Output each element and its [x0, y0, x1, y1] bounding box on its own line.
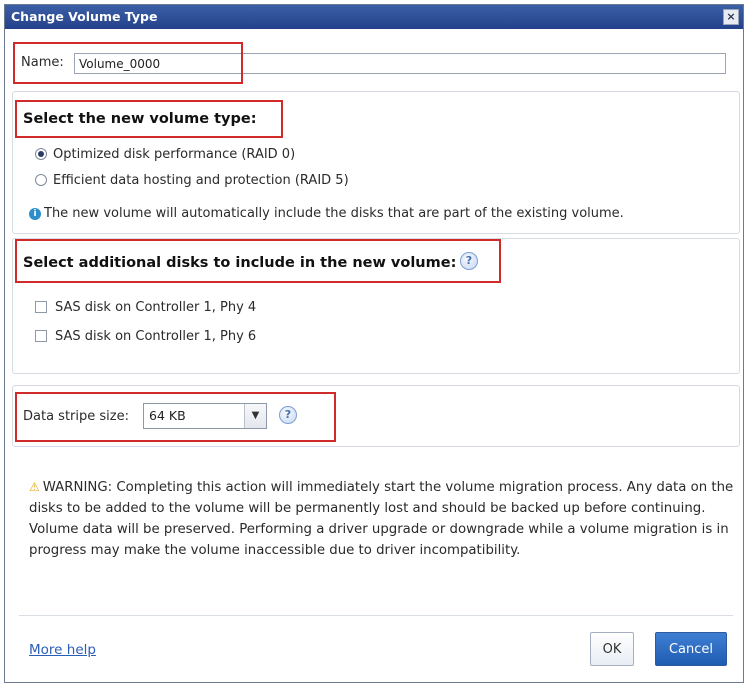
footer-divider [19, 615, 733, 616]
warning-icon: ⚠ [29, 480, 40, 494]
change-volume-type-dialog: Change Volume Type × Name: Select the ne… [4, 4, 744, 683]
info-note: i The new volume will automatically incl… [29, 206, 624, 221]
stripe-size-label: Data stripe size: [23, 409, 129, 424]
ok-button[interactable]: OK [590, 632, 634, 666]
volume-type-heading: Select the new volume type: [23, 111, 257, 127]
disk-phy6-checkbox[interactable] [35, 330, 47, 342]
radio-raid0[interactable] [35, 148, 47, 160]
warning-message: ⚠ WARNING: Completing this action will im… [29, 477, 739, 561]
dialog-title-bar: Change Volume Type × [5, 5, 743, 29]
dialog-title: Change Volume Type [11, 9, 158, 24]
more-help-link[interactable]: More help [29, 642, 96, 658]
chevron-down-icon[interactable]: ▼ [244, 404, 266, 428]
disk-phy4-label: SAS disk on Controller 1, Phy 4 [55, 299, 257, 315]
disk-phy4-option[interactable]: SAS disk on Controller 1, Phy 4 [35, 298, 256, 316]
disk-phy6-option[interactable]: SAS disk on Controller 1, Phy 6 [35, 327, 256, 345]
radio-raid5-label: Efficient data hosting and protection (R… [53, 172, 349, 188]
additional-disks-heading: Select additional disks to include in th… [23, 255, 457, 271]
warning-text: WARNING: Completing this action will imm… [29, 480, 734, 558]
stripe-size-select[interactable]: 64 KB ▼ [143, 403, 267, 429]
stripe-size-value: 64 KB [149, 408, 186, 423]
radio-raid0-option[interactable]: Optimized disk performance (RAID 0) [35, 145, 295, 163]
stripe-size-help-icon[interactable]: ? [279, 406, 297, 424]
info-note-text: The new volume will automatically includ… [44, 206, 624, 221]
radio-raid5[interactable] [35, 174, 47, 186]
radio-raid0-label: Optimized disk performance (RAID 0) [53, 146, 296, 162]
disk-phy4-checkbox[interactable] [35, 301, 47, 313]
radio-raid5-option[interactable]: Efficient data hosting and protection (R… [35, 171, 349, 189]
close-icon[interactable]: × [723, 9, 739, 25]
disk-phy6-label: SAS disk on Controller 1, Phy 6 [55, 328, 257, 344]
name-label: Name: [21, 55, 64, 70]
info-icon: i [29, 207, 41, 220]
cancel-button[interactable]: Cancel [655, 632, 727, 666]
additional-disks-help-icon[interactable]: ? [460, 252, 478, 270]
name-input[interactable] [74, 53, 726, 74]
